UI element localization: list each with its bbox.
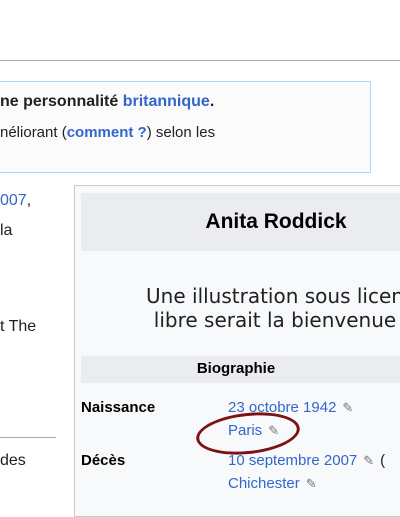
illustration-text-line-2: libre serait la bienvenue [153,308,397,332]
infobox-section-title: Biographie [196,360,276,377]
notice-line-2: néliorant (comment ?) selon les [0,124,215,141]
notice-line-1: ne personnalité britannique. [0,93,214,111]
notice-text: ) selon les [146,124,216,141]
comment-link[interactable]: comment ? [67,124,147,141]
death-date-row: 10 septembre 2007 ✎ ( [228,452,385,469]
illustration-text-line-1: Une illustration sous licen [146,284,400,308]
year-link[interactable]: 007 [0,192,27,209]
comma: , [26,192,32,209]
death-date-link[interactable]: 10 septembre 2007 [228,452,357,469]
article-fragment-the: t The [0,318,37,335]
header-divider [0,60,400,61]
infobox-title: Anita Roddick [205,210,347,233]
article-fragment-year: 007, [0,192,31,210]
death-label: Décès [81,452,126,469]
pencil-icon[interactable]: ✎ [363,453,374,469]
pencil-icon[interactable]: ✎ [306,476,317,492]
notice-text: ne personnalité [0,93,123,110]
death-place-row: Chichester ✎ [228,475,317,492]
notice-period: . [209,93,215,110]
death-place-link[interactable]: Chichester [228,475,300,492]
notice-text: néliorant ( [0,124,67,141]
britannique-link[interactable]: britannique [123,93,210,110]
birth-label: Naissance [81,399,156,416]
section-divider [0,437,56,438]
pencil-icon[interactable]: ✎ [342,400,353,416]
article-fragment-des: des [0,452,26,469]
trailing-paren: ( [380,452,386,469]
article-fragment-la: la [0,222,13,239]
